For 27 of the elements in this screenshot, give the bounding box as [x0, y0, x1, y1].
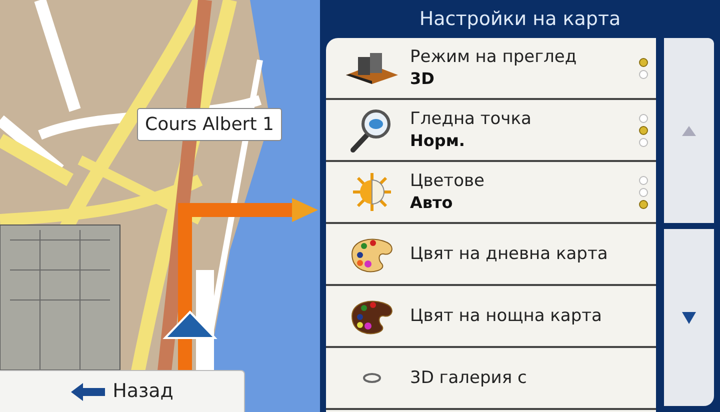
sun-icon [352, 172, 392, 212]
item-title: Цветове [410, 170, 486, 192]
item-title: Режим на преглед [410, 46, 578, 68]
settings-item[interactable]: Цвят на дневна карта [326, 224, 656, 286]
settings-item[interactable]: Цветове Авто [326, 162, 656, 224]
scroll-down-button[interactable] [664, 229, 714, 406]
item-title: 3D галерия с [410, 368, 528, 388]
item-title: Цвят на дневна карта [410, 244, 609, 264]
back-arrow-icon [70, 382, 105, 400]
item-value: Норм. [410, 130, 466, 152]
settings-item[interactable]: 3D галерия с [326, 348, 656, 410]
down-triangle-icon [682, 312, 696, 324]
panel-title: Настройки на карта [418, 6, 622, 32]
gallery-icon [362, 373, 382, 383]
item-value: Авто [410, 192, 454, 214]
item-value: 3D [410, 68, 436, 90]
street-label: Cours Albert 1 [137, 108, 282, 141]
settings-item[interactable]: Режим на преглед 3D [326, 38, 656, 100]
back-button[interactable]: Назад [0, 370, 245, 412]
settings-item[interactable]: Гледна точка Норм. [326, 100, 656, 162]
buildings-icon [344, 51, 400, 85]
item-title: Гледна точка [410, 108, 532, 130]
up-triangle-icon [682, 126, 696, 136]
map-view[interactable]: Cours Albert 1 Назад [0, 0, 320, 412]
scroll-up-button[interactable] [664, 38, 714, 223]
settings-item[interactable]: Цвят на нощна карта [326, 286, 656, 348]
item-title: Цвят на нощна карта [410, 306, 603, 326]
